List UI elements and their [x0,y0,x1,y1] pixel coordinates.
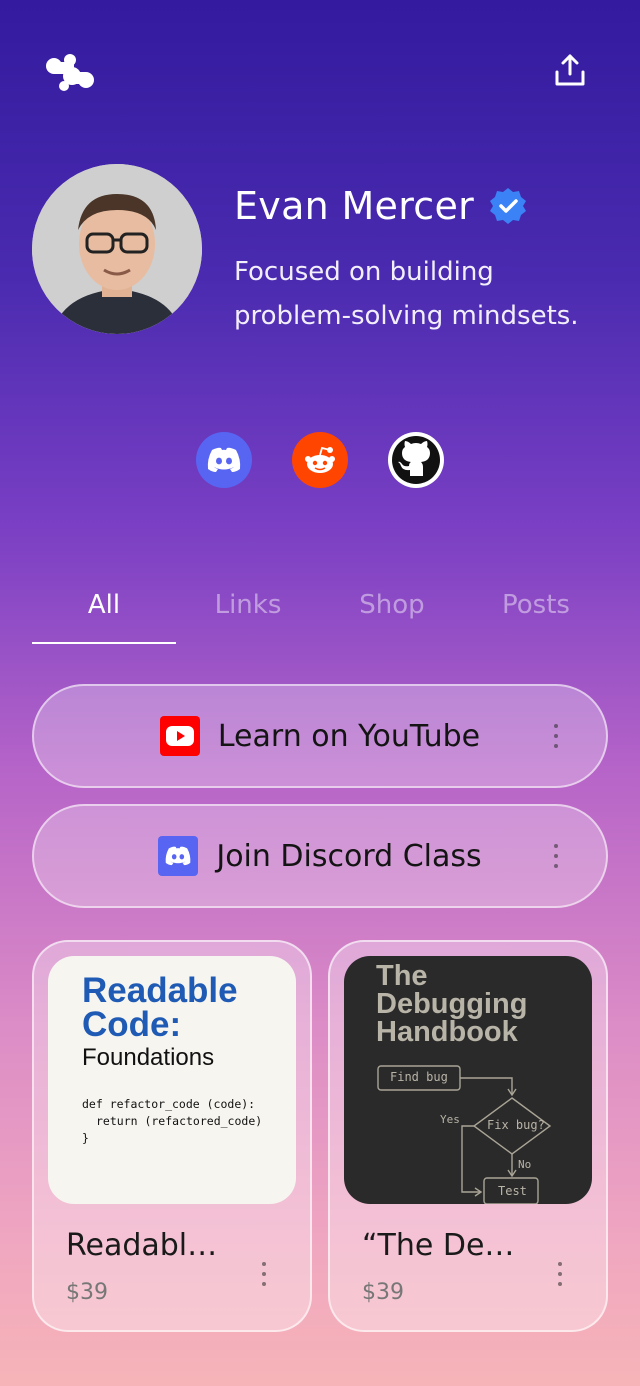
profile-bio: Focused on building problem-solving mind… [234,257,579,331]
product-title: Readabl… [66,1228,218,1263]
more-options-icon[interactable] [554,844,558,868]
profile-name-row: Evan Mercer [234,184,528,228]
flowchart-diagram [377,1065,552,1204]
youtube-link-button[interactable]: Learn on YouTube [32,684,608,788]
reddit-icon[interactable] [292,432,348,488]
flow-node-test: Test [498,1184,527,1198]
discord-link-button[interactable]: Join Discord Class [32,804,608,908]
product-card-debugging-handbook[interactable]: The Debugging Handbook Find bug Fix bug?… [328,940,608,1332]
more-options-icon[interactable] [262,1262,266,1286]
share-icon[interactable] [552,52,588,88]
social-links [196,432,444,488]
avatar [32,164,202,334]
discord-icon[interactable] [196,432,252,488]
flow-label-no: No [518,1158,532,1171]
tab-all[interactable]: All [32,590,176,644]
tab-posts[interactable]: Posts [464,590,608,644]
content-tabs: All Links Shop Posts [32,590,608,644]
tab-links[interactable]: Links [176,590,320,644]
more-options-icon[interactable] [558,1262,562,1286]
code-line: def refactor_code (code): [82,1097,256,1111]
cover-subheading: Foundations [82,1044,215,1071]
flow-node-fix: Fix bug? [487,1118,545,1132]
product-cover-image: The Debugging Handbook Find bug Fix bug?… [344,956,592,1204]
product-card-readable-code[interactable]: Readable Code: Foundations def refactor_… [32,940,312,1332]
more-options-icon[interactable] [554,724,558,748]
flow-node-find: Find bug [390,1070,448,1084]
cover-heading: Readable Code: [82,971,238,1044]
verified-badge-icon [488,186,528,226]
discord-icon [158,836,199,876]
discord-link-label: Join Discord Class [216,838,482,874]
profile-name: Evan Mercer [234,184,475,228]
product-title: “The De… [362,1228,515,1263]
code-line: } [82,1131,89,1145]
code-line: return (refactored_code) [96,1114,263,1128]
product-price: $39 [66,1280,108,1305]
tab-shop[interactable]: Shop [320,590,464,644]
flow-label-yes: Yes [440,1113,460,1126]
product-cover-image: Readable Code: Foundations def refactor_… [48,956,296,1204]
github-icon[interactable] [388,432,444,488]
youtube-link-label: Learn on YouTube [217,718,481,754]
app-logo-icon[interactable] [44,52,96,92]
product-price: $39 [362,1280,404,1305]
youtube-icon [159,716,200,756]
